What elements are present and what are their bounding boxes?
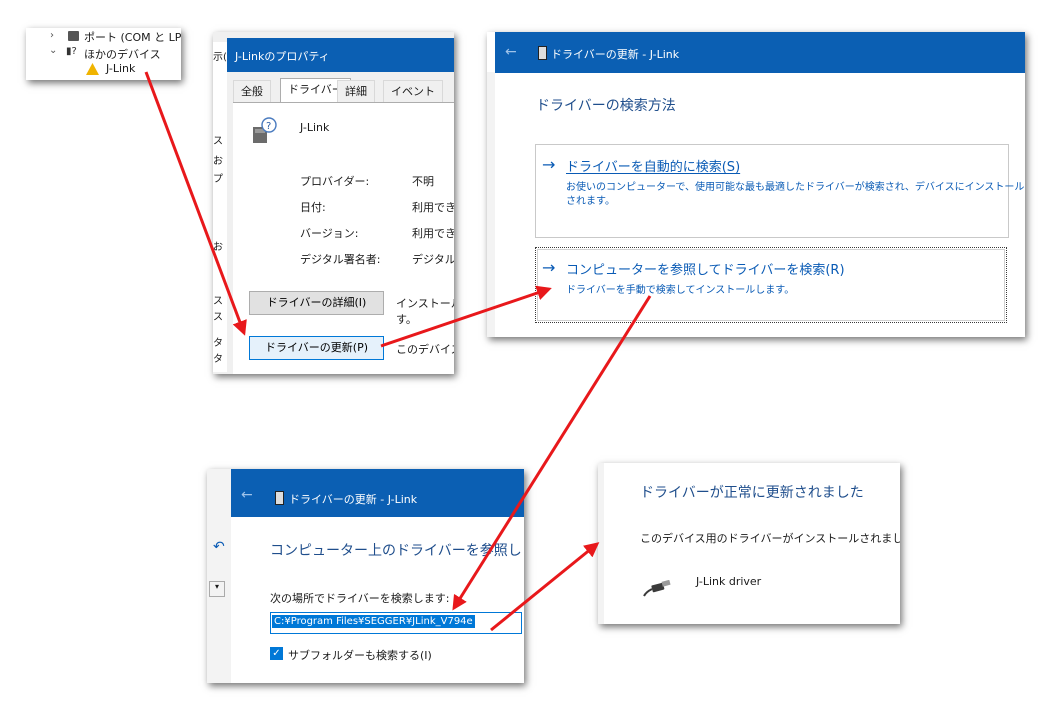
path-input[interactable]: C:¥Program Files¥SEGGER¥JLink_V794e [270,612,522,634]
version-label: バージョン: [300,227,359,240]
refresh-icon: ↶ [213,539,225,555]
tree-item-jlink[interactable]: J-Link [106,62,135,75]
device-tree-panel: › ポート (COM と LPT ⌄ ▮? ほかのデバイス J-Link [26,28,181,80]
browse-desc: ドライバーを手動で検索してインストールします。 [566,285,795,296]
success-heading: ドライバーが正常に更新されました [640,485,864,501]
window-title: J-Linkのプロパティ [235,50,330,63]
device-icon [538,46,547,60]
arrow-right-icon: → [542,155,556,174]
subfolder-label[interactable]: サブフォルダーも検索する(I) [288,647,432,663]
driver-details-button[interactable]: ドライバーの詳細(I) [249,291,384,315]
warning-device-icon [86,63,99,75]
tree-item-ports[interactable]: ポート (COM と LPT [84,29,181,45]
fragment-text: プ [213,174,223,185]
window-title: ドライバーの更新 - J-Link [289,493,418,506]
fragment-text: お [213,156,223,167]
device-icon [275,491,284,505]
provider-value: 不明 [412,175,434,188]
port-icon [68,31,79,41]
fragment-text: ス [213,296,223,307]
auto-search-option[interactable]: → ドライバーを自動的に検索(S) お使いのコンピューターで、使用可能な最も最適… [535,144,1024,238]
tab-events[interactable]: イベント [383,80,443,103]
fragment-text: 示( [213,52,227,63]
page-heading: ドライバーの検索方法 [536,98,676,114]
device-name: J-Link [300,121,330,134]
signer-value: デジタル [412,253,454,266]
update-driver-button[interactable]: ドライバーの更新(P) [249,336,384,360]
fragment-text: お [213,242,223,253]
details-description-2: す。 [396,313,417,326]
signer-label: デジタル署名者: [300,253,381,266]
usb-cable-icon [642,579,674,600]
back-arrow-icon[interactable]: ← [505,44,517,60]
chevron-down-icon[interactable]: ⌄ [49,45,57,56]
checkbox-checked-icon[interactable]: ✓ [270,647,283,660]
tab-content: ? J-Link プロバイダー: 不明 日付: 利用でき バージョン: 利用でき… [233,102,454,374]
page-heading: コンピューター上のドライバーを参照します。 [270,543,524,559]
properties-titlebar: J-Linkのプロパティ [227,38,454,72]
browse-titlebar: ← ドライバーの更新 - J-Link [231,469,524,517]
fragment-text: ス [213,312,223,323]
arrow-right-icon: → [542,258,556,277]
details-description: インストールさ [396,297,454,310]
auto-search-title: ドライバーを自動的に検索(S) [566,160,741,175]
update-description: このデバイスの [396,343,454,356]
driver-name: J-Link driver [696,575,762,588]
success-message: このデバイス用のドライバーがインストールされました: [640,532,900,545]
browse-driver-dialog: ↶ ▾ ← ドライバーの更新 - J-Link コンピューター上のドライバーを参… [207,469,524,683]
update-driver-dialog: ← ドライバーの更新 - J-Link ドライバーの検索方法 → ドライバーを自… [487,32,1025,337]
success-dialog: ドライバーが正常に更新されました このデバイス用のドライバーがインストールされま… [598,463,900,624]
left-sliver [598,463,604,624]
browse-option[interactable]: → コンピューターを参照してドライバーを検索(R) ドライバーを手動で検索してイ… [535,247,1007,323]
fragment-text: ス [213,136,223,147]
browse-title: コンピューターを参照してドライバーを検索(R) [566,263,845,278]
search-location-label: 次の場所でドライバーを検索します: [270,592,450,605]
unknown-device-icon: ▮? [66,46,77,57]
tab-general[interactable]: 全般 [233,80,271,103]
auto-search-desc-2: されます。 [566,196,615,207]
tab-strip: 全般 ドライバー 詳細 イベント [233,78,454,103]
dropdown-icon: ▾ [209,581,225,597]
path-value: C:¥Program Files¥SEGGER¥JLink_V794e [272,615,475,628]
fragment-text: タ [213,338,223,349]
properties-dialog: J-Linkのプロパティ 示( ス お プ お ス ス タ タ 全般 ドライバー… [213,32,454,374]
window-title: ドライバーの更新 - J-Link [551,48,680,61]
auto-search-desc: お使いのコンピューターで、使用可能な最も最適したドライバーが検索され、デバイスに… [566,182,1025,193]
left-sliver: ↶ ▾ [207,469,231,683]
left-sliver [487,72,495,337]
tab-details[interactable]: 詳細 [337,80,375,103]
date-value: 利用でき [412,201,454,214]
fragment-text: タ [213,354,223,365]
chevron-right-icon[interactable]: › [50,30,54,41]
version-value: 利用でき [412,227,454,240]
provider-label: プロバイダー: [300,175,370,188]
tree-item-other-devices[interactable]: ほかのデバイス [84,46,161,62]
update-titlebar: ← ドライバーの更新 - J-Link [495,32,1025,73]
date-label: 日付: [300,201,326,214]
back-arrow-icon[interactable]: ← [241,487,253,503]
svg-text:?: ? [266,121,271,132]
side-fragments: 示( ス お プ お ス ス タ タ [213,42,227,372]
unknown-device-icon: ? [251,117,277,145]
